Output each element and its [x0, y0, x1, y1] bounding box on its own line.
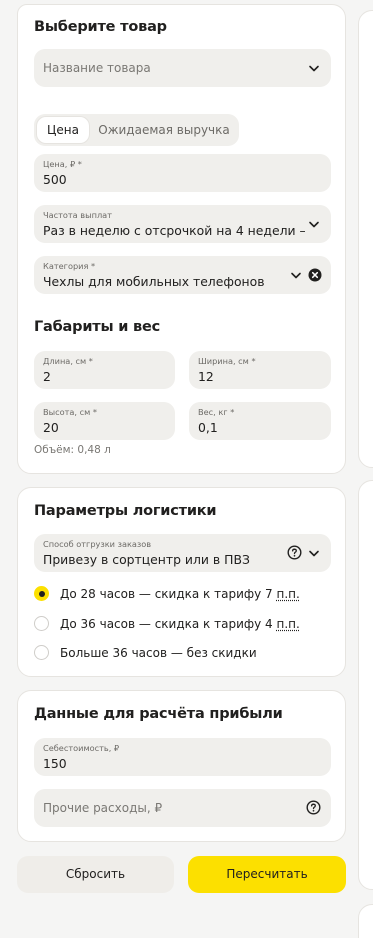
length-value: 2	[43, 369, 51, 384]
payout-frequency-label: Частота выплат	[43, 210, 112, 220]
product-name-select[interactable]: Название товара	[34, 49, 331, 87]
price-value: 500	[43, 172, 67, 187]
chevron-down-icon	[309, 65, 319, 72]
profit-section-title: Данные для расчёта прибыли	[34, 706, 283, 722]
volume-note: Объём: 0,48 л	[34, 444, 111, 456]
dimensions-section-title: Габариты и вес	[34, 319, 161, 335]
help-icon[interactable]	[306, 800, 321, 815]
length-field[interactable]: Длина, см * 2	[34, 351, 175, 389]
width-field[interactable]: Ширина, см * 12	[189, 351, 331, 389]
shipping-speed-option-28h[interactable]: До 28 часов — скидка к тарифу 7 п.п.	[34, 584, 331, 604]
chevron-down-icon	[309, 550, 319, 557]
shipping-speed-option-36h[interactable]: До 36 часов — скидка к тарифу 4 п.п.	[34, 614, 331, 634]
category-select[interactable]: Категория * Чехлы для мобильных телефоно…	[34, 256, 331, 294]
width-value: 12	[198, 369, 214, 384]
height-label: Высота, см *	[43, 407, 97, 417]
shipping-speed-option-over-36h[interactable]: Больше 36 часов — без скидки	[34, 643, 331, 663]
side-panel-card	[358, 904, 373, 938]
chevron-down-icon	[309, 221, 319, 228]
side-panel-card	[358, 480, 373, 890]
option-label: Больше 36 часов — без скидки	[60, 646, 257, 660]
help-icon[interactable]	[287, 545, 302, 560]
radio-selected[interactable]	[34, 586, 49, 601]
price-field[interactable]: Цена, ₽ * 500	[34, 154, 331, 192]
height-field[interactable]: Высота, см * 20	[34, 402, 175, 440]
shipping-method-select[interactable]: Способ отгрузки заказов Привезу в сортце…	[34, 534, 331, 572]
payout-frequency-value: Раз в неделю с отсрочкой на 4 недели — 1…	[43, 223, 305, 238]
tab-expected-revenue[interactable]: Ожидаемая выручка	[94, 117, 234, 143]
logistics-section-title: Параметры логистики	[34, 503, 217, 519]
shipping-method-value: Привезу в сортцентр или в ПВЗ	[43, 552, 250, 567]
product-name-placeholder: Название товара	[43, 61, 151, 75]
weight-label: Вес, кг *	[198, 407, 235, 417]
logistics-card: Параметры логистики Способ отгрузки зака…	[17, 487, 346, 677]
option-label: До 28 часов — скидка к тарифу 7 п.п.	[60, 587, 300, 601]
profit-card: Данные для расчёта прибыли Себестоимость…	[17, 690, 346, 842]
category-label: Категория *	[43, 261, 96, 271]
reset-button[interactable]: Сбросить	[17, 856, 174, 893]
clear-icon[interactable]	[308, 268, 322, 282]
length-label: Длина, см *	[43, 356, 93, 366]
product-section-title: Выберите товар	[34, 19, 167, 35]
weight-field[interactable]: Вес, кг * 0,1	[189, 402, 331, 440]
category-value: Чехлы для мобильных телефонов	[43, 274, 265, 289]
radio-unselected[interactable]	[34, 616, 49, 631]
option-label: До 36 часов — скидка к тарифу 4 п.п.	[60, 617, 300, 631]
other-expenses-placeholder: Прочие расходы, ₽	[43, 801, 163, 815]
cost-field[interactable]: Себестоимость, ₽ 150	[34, 738, 331, 776]
weight-value: 0,1	[198, 420, 218, 435]
radio-unselected[interactable]	[34, 645, 49, 660]
tab-price[interactable]: Цена	[37, 117, 89, 143]
price-mode-tabs: Цена Ожидаемая выручка	[34, 114, 239, 146]
cost-label: Себестоимость, ₽	[43, 743, 120, 753]
side-panel-card	[358, 10, 373, 468]
payout-frequency-select[interactable]: Частота выплат Раз в неделю с отсрочкой …	[34, 205, 331, 243]
cost-value: 150	[43, 756, 67, 771]
chevron-down-icon	[291, 272, 301, 279]
width-label: Ширина, см *	[198, 356, 256, 366]
height-value: 20	[43, 420, 59, 435]
other-expenses-field[interactable]: Прочие расходы, ₽	[34, 789, 331, 827]
product-card: Выберите товар Название товара Цена Ожид…	[17, 4, 346, 474]
shipping-method-label: Способ отгрузки заказов	[43, 539, 152, 549]
recalculate-button[interactable]: Пересчитать	[188, 856, 346, 893]
price-label: Цена, ₽ *	[43, 159, 82, 169]
